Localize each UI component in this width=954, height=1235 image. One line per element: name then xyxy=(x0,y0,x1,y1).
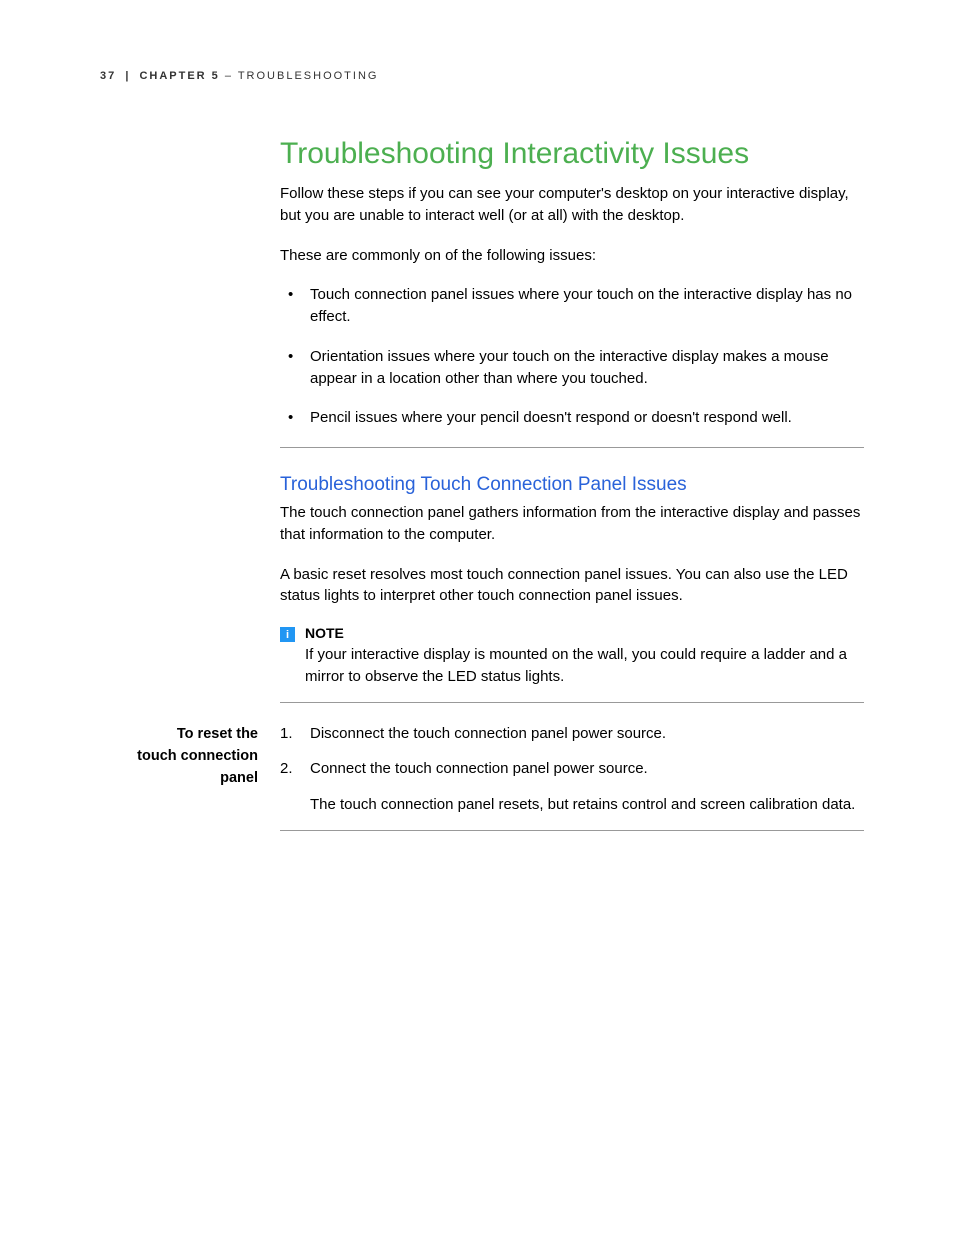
section-paragraph-2: A basic reset resolves most touch connec… xyxy=(280,564,864,608)
intro-paragraph-2: These are commonly on of the following i… xyxy=(280,245,864,267)
note-text: If your interactive display is mounted o… xyxy=(305,644,864,688)
note-content: NOTE If your interactive display is moun… xyxy=(305,625,864,688)
issue-item: Orientation issues where your touch on t… xyxy=(280,346,864,390)
chapter-label: CHAPTER 5 xyxy=(139,70,219,82)
info-icon: i xyxy=(280,627,295,642)
chapter-separator: – xyxy=(220,70,238,82)
procedure-title-line2: touch connection panel xyxy=(137,748,258,786)
note-label: NOTE xyxy=(305,625,864,641)
procedure-steps: Disconnect the touch connection panel po… xyxy=(280,723,864,851)
section-heading: Troubleshooting Touch Connection Panel I… xyxy=(280,474,864,496)
divider xyxy=(280,447,864,448)
step-subtext: The touch connection panel resets, but r… xyxy=(310,794,864,816)
page-header: 37 | CHAPTER 5 – TROUBLESHOOTING xyxy=(100,70,864,82)
chapter-title: TROUBLESHOOTING xyxy=(238,70,379,82)
issue-list: Touch connection panel issues where your… xyxy=(280,284,864,429)
procedure-title: To reset the touch connection panel xyxy=(100,723,280,790)
divider xyxy=(280,702,864,703)
page-title: Troubleshooting Interactivity Issues xyxy=(280,137,864,171)
step-item: Connect the touch connection panel power… xyxy=(280,758,864,816)
page-number: 37 xyxy=(100,70,116,82)
step-text: Disconnect the touch connection panel po… xyxy=(310,725,666,742)
issue-item: Touch connection panel issues where your… xyxy=(280,284,864,328)
divider xyxy=(280,830,864,831)
procedure-block: To reset the touch connection panel Disc… xyxy=(100,723,864,851)
intro-paragraph-1: Follow these steps if you can see your c… xyxy=(280,183,864,227)
step-text: Connect the touch connection panel power… xyxy=(310,760,648,777)
procedure-title-line1: To reset the xyxy=(177,726,258,742)
section-paragraph-1: The touch connection panel gathers infor… xyxy=(280,502,864,546)
step-item: Disconnect the touch connection panel po… xyxy=(280,723,864,745)
header-pipe: | xyxy=(125,70,130,82)
main-content: Troubleshooting Interactivity Issues Fol… xyxy=(280,137,864,703)
note-block: i NOTE If your interactive display is mo… xyxy=(280,625,864,688)
issue-item: Pencil issues where your pencil doesn't … xyxy=(280,407,864,429)
